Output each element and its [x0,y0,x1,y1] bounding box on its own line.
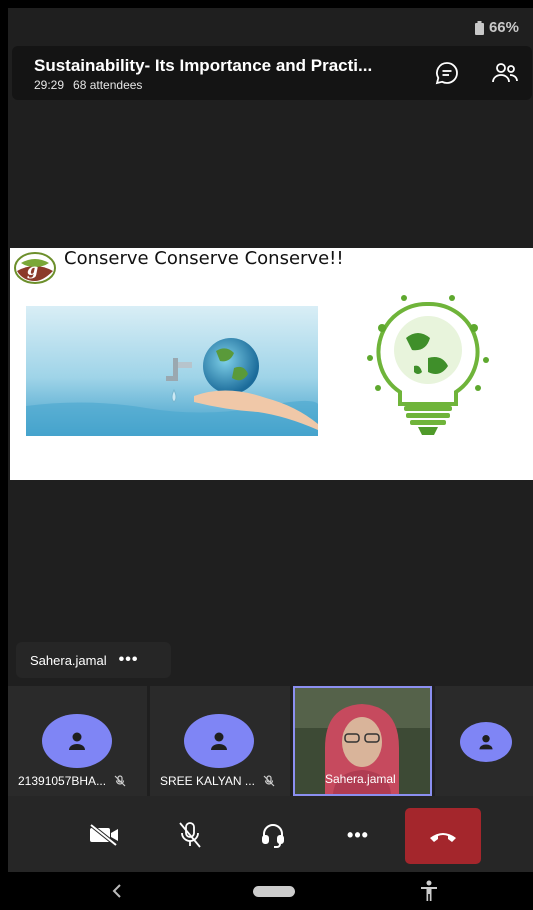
participant-label: 21391057BHA... [18,774,126,788]
svg-text:g: g [27,260,38,279]
chat-button[interactable] [432,58,462,88]
mic-off-icon [114,775,126,787]
battery-percent: 66% [488,19,519,36]
participant-name: SREE KALYAN ... [160,774,255,788]
avatar [42,714,112,768]
home-icon[interactable] [253,886,295,897]
hang-up-button[interactable] [405,808,481,864]
meeting-header: Sustainability- Its Importance and Pract… [12,46,532,100]
headset-icon [262,824,284,848]
participant-label: SREE KALYAN ... [160,774,275,788]
person-icon [211,732,227,750]
avatar [184,714,254,768]
back-icon[interactable] [110,883,124,899]
slide-title: Conserve Conserve Conserve!! [64,248,344,269]
more-icon: ••• [347,824,369,845]
status-bar: 66% [8,8,533,46]
android-nav-bar [8,872,533,910]
participant-strip: 21391057BHA... SREE KALYAN ... Sahera.ja… [8,686,533,796]
battery-indicator: 66% [474,19,519,36]
audio-button[interactable] [249,811,297,859]
mic-toggle-button[interactable] [166,811,214,859]
chat-icon [435,62,458,85]
camera-toggle-button[interactable] [80,811,128,859]
participant-tile[interactable] [435,686,533,796]
hang-up-icon [430,833,456,842]
presenter-name: Sahera.jamal [30,652,107,668]
mic-off-icon [179,822,201,848]
participant-tile[interactable]: 21391057BHA... [8,686,147,796]
video-off-icon [89,823,118,847]
green-bulb-image [367,295,489,435]
participant-name: 21391057BHA... [18,774,107,788]
participant-label: Sahera.jamal [325,772,396,786]
presenter-name-chip[interactable]: Sahera.jamal ••• [16,642,171,678]
active-speaker-tile[interactable]: Sahera.jamal [293,686,432,796]
attendee-count: 68 attendees [73,78,143,92]
meeting-title: Sustainability- Its Importance and Pract… [34,56,373,75]
participant-name: Sahera.jamal [325,772,396,786]
person-icon [69,732,85,750]
more-options-button[interactable]: ••• [334,811,382,859]
meeting-screen: 66% Sustainability- Its Importance and P… [8,8,533,910]
battery-icon [474,20,484,35]
meeting-duration: 29:29 [34,78,65,92]
participants-button[interactable] [490,58,520,88]
people-icon [492,63,518,83]
shared-slide: g Conserve Conserve Conserve!! [10,248,533,480]
avatar [460,722,512,762]
meeting-meta: 29:29 68 attendees [34,78,142,92]
participant-tile[interactable]: SREE KALYAN ... [150,686,290,796]
call-controls: ••• [8,796,533,872]
person-icon [479,735,493,750]
mic-off-icon [263,775,275,787]
organization-logo: g [14,252,56,284]
water-conservation-image [26,306,318,436]
presenter-more-icon[interactable]: ••• [119,651,139,669]
accessibility-icon[interactable] [419,880,439,902]
